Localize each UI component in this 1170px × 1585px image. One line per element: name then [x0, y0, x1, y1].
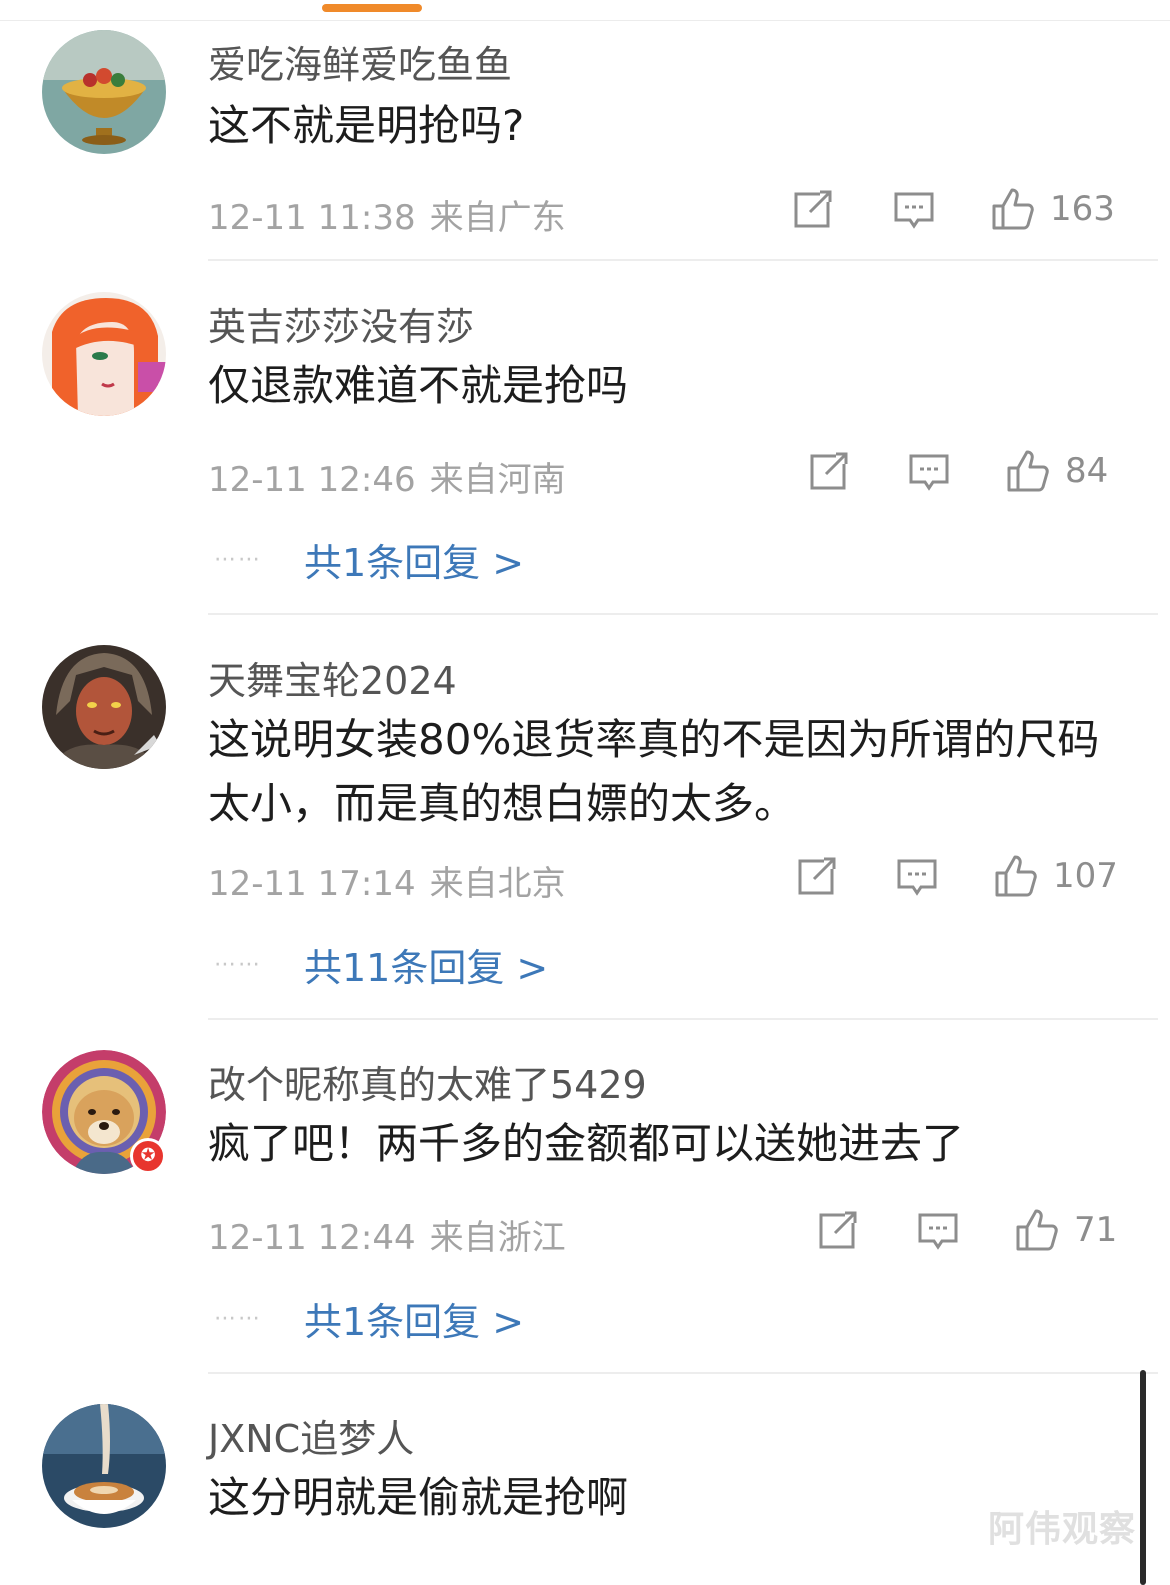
comment-text: 疯了吧！两千多的金额都可以送她进去了	[208, 1119, 965, 1168]
comment-location: 来自广东	[429, 198, 566, 238]
comment-date: 12-11 11:38	[208, 198, 416, 238]
comment-text: 这说明女装80%退货率真的不是因为所谓的尺码太小，而是真的想白嫖的太多。	[208, 715, 1100, 828]
username[interactable]: 天舞宝轮2024	[208, 650, 457, 705]
like-count: 163	[1050, 189, 1115, 229]
username[interactable]: JXNC追梦人	[208, 1408, 414, 1463]
share-button[interactable]	[815, 1209, 859, 1253]
replies-row: ⋯⋯ 共1条回复 >	[214, 1291, 524, 1346]
thumbs-up-icon	[992, 188, 1034, 230]
share-icon	[810, 452, 848, 490]
comment-icon	[918, 1213, 958, 1250]
thumbs-up-icon	[995, 855, 1037, 897]
like-button[interactable]: 163	[990, 186, 1115, 232]
username[interactable]: 爱吃海鲜爱吃鱼鱼	[208, 34, 512, 89]
like-count: 84	[1065, 451, 1109, 491]
comment-location: 来自河南	[429, 460, 566, 500]
avatar[interactable]	[42, 30, 166, 154]
comment-button[interactable]	[895, 857, 939, 899]
comment-icon	[909, 454, 949, 491]
comment-icon	[897, 859, 937, 896]
like-count: 107	[1053, 856, 1118, 896]
scrollbar[interactable]	[1140, 1370, 1146, 1585]
comment-meta: 12-11 12:44 来自浙江	[208, 1210, 566, 1259]
comment-icon	[894, 192, 934, 229]
top-divider	[0, 20, 1170, 21]
share-icon	[819, 1211, 857, 1249]
view-replies-link[interactable]: 共1条回复 >	[304, 1291, 524, 1346]
comment-meta: 12-11 11:38 来自广东	[208, 190, 566, 239]
comment-date: 12-11 12:46	[208, 460, 416, 500]
avatar[interactable]	[42, 292, 166, 416]
reply-dots: ⋯⋯	[214, 547, 262, 572]
avatar[interactable]	[42, 645, 166, 769]
username[interactable]: 改个昵称真的太难了5429	[208, 1054, 647, 1109]
replies-row: ⋯⋯ 共11条回复 >	[214, 937, 548, 992]
comment-date: 12-11 12:44	[208, 1218, 416, 1258]
comment-button[interactable]	[892, 190, 936, 232]
divider	[208, 259, 1158, 261]
watermark: 阿伟观察	[988, 1509, 1137, 1550]
thumbs-up-icon	[1016, 1209, 1058, 1251]
view-replies-link[interactable]: 共11条回复 >	[304, 937, 548, 992]
comment-button[interactable]	[907, 452, 951, 494]
comment-date: 12-11 17:14	[208, 864, 416, 904]
like-button[interactable]: 71	[1014, 1207, 1117, 1253]
reply-dots: ⋯⋯	[214, 1306, 262, 1331]
tab-indicator	[322, 4, 422, 12]
comment-text: 这不就是明抢吗?	[208, 101, 525, 150]
like-button[interactable]: 107	[993, 853, 1118, 899]
comment-meta: 12-11 17:14 来自北京	[208, 856, 566, 905]
share-icon	[794, 190, 832, 228]
replies-row: ⋯⋯ 共1条回复 >	[214, 532, 524, 587]
divider	[208, 1372, 1158, 1374]
share-button[interactable]	[790, 188, 834, 232]
like-button[interactable]: 84	[1005, 448, 1108, 494]
comment-text: 仅退款难道不就是抢吗	[208, 361, 629, 410]
comment-location: 来自浙江	[429, 1218, 566, 1258]
comment-button[interactable]	[916, 1211, 960, 1253]
avatar[interactable]	[42, 1404, 166, 1528]
username[interactable]: 英吉莎莎没有莎	[208, 296, 474, 351]
comment-text: 这分明就是偷就是抢啊	[208, 1473, 629, 1522]
reply-dots: ⋯⋯	[214, 952, 262, 977]
divider	[208, 613, 1158, 615]
divider	[208, 1018, 1158, 1020]
share-button[interactable]	[806, 450, 850, 494]
like-count: 71	[1074, 1210, 1118, 1250]
share-button[interactable]	[794, 855, 838, 899]
comment-meta: 12-11 12:46 来自河南	[208, 452, 566, 501]
verified-badge-icon: ✪	[130, 1138, 166, 1174]
share-icon	[798, 857, 836, 895]
view-replies-link[interactable]: 共1条回复 >	[304, 532, 524, 587]
comment-location: 来自北京	[429, 864, 566, 904]
thumbs-up-icon	[1007, 450, 1049, 492]
